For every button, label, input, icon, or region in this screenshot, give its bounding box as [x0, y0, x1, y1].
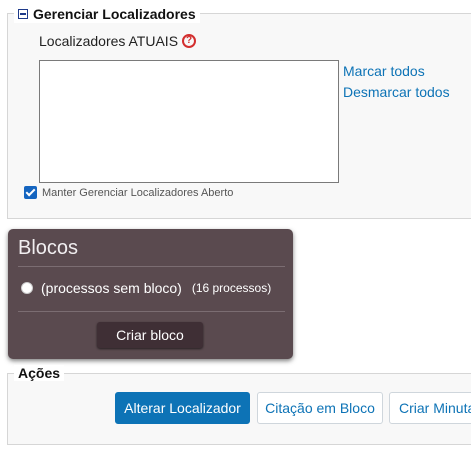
blocos-radio[interactable] [21, 282, 33, 294]
keep-open-label: Manter Gerenciar Localizadores Aberto [42, 186, 234, 199]
create-block-button[interactable]: Criar bloco [97, 322, 203, 348]
acoes-legend: Ações [14, 365, 65, 381]
citacao-em-bloco-button[interactable]: Citação em Bloco [257, 392, 383, 424]
help-icon[interactable]: ? [182, 34, 197, 48]
alterar-localizador-button[interactable]: Alterar Localizador [115, 392, 250, 424]
localizadores-atuais-label: Localizadores ATUAIS ? [39, 33, 197, 49]
blocos-radio-count: (16 processos) [191, 281, 272, 295]
blocos-divider [18, 266, 285, 267]
mark-all-link[interactable]: Marcar todos [343, 63, 425, 79]
collapse-icon[interactable] [18, 9, 28, 19]
localizadores-listbox[interactable] [39, 60, 339, 183]
blocos-radio-option[interactable]: (processos sem bloco) (16 processos) [21, 280, 271, 296]
blocos-title: Blocos [18, 237, 79, 259]
blocos-divider [18, 311, 285, 312]
localizadores-legend: Gerenciar Localizadores [14, 5, 200, 23]
criar-minuta-button[interactable]: Criar Minuta [389, 392, 471, 424]
keep-open-option[interactable]: Manter Gerenciar Localizadores Aberto [24, 186, 233, 199]
unmark-all-link[interactable]: Desmarcar todos [343, 84, 450, 100]
keep-open-checkbox[interactable] [24, 186, 37, 199]
localizadores-atuais-text: Localizadores ATUAIS [39, 33, 179, 49]
blocos-panel: Blocos (processos sem bloco) (16 process… [8, 229, 293, 359]
localizadores-legend-title: Gerenciar Localizadores [33, 6, 196, 22]
blocos-radio-label: (processos sem bloco) [41, 280, 182, 296]
